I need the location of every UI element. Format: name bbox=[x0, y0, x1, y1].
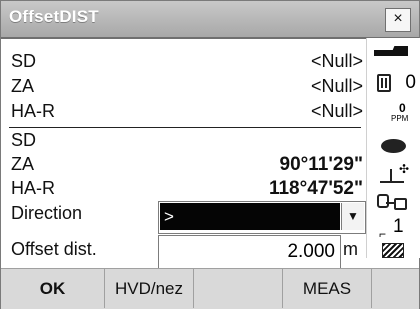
offset-distance-value[interactable]: 2.000 bbox=[287, 241, 335, 263]
ppm-value: 0 bbox=[399, 101, 406, 115]
page-icon: ⌐ 1 bbox=[372, 216, 416, 241]
ppm-label: PPM bbox=[391, 114, 409, 123]
offset-distance-label: Offset dist. bbox=[11, 239, 97, 259]
dropdown-arrow-icon[interactable]: ▼ bbox=[341, 203, 364, 230]
shift-icon bbox=[372, 240, 416, 260]
softkey-bar: OK HVD/nez MEAS bbox=[1, 268, 419, 309]
za-label: ZA bbox=[11, 76, 35, 96]
shift-pattern-icon bbox=[382, 243, 404, 258]
offset-ha-r-value: 118°47'52" bbox=[268, 178, 363, 199]
offset-distance-unit: m bbox=[343, 239, 358, 259]
offset-ha-r-label: HA-R bbox=[11, 178, 55, 198]
direction-label: Direction bbox=[11, 203, 83, 223]
prism-value: 0 bbox=[405, 72, 416, 93]
window-title: OffsetDIST bbox=[9, 7, 99, 26]
prism-shape-icon bbox=[377, 74, 391, 92]
offset-za-value: 90°11'29" bbox=[279, 154, 363, 175]
za-value: <Null> bbox=[310, 76, 363, 96]
close-button[interactable]: × bbox=[385, 8, 411, 32]
meas-softkey[interactable]: MEAS bbox=[283, 269, 372, 308]
target-star-icon: ✣ bbox=[399, 162, 410, 176]
title-bar: OffsetDIST × bbox=[1, 1, 419, 39]
direction-select[interactable]: > ▼ bbox=[158, 201, 366, 234]
section-divider bbox=[9, 127, 361, 128]
sight-icon bbox=[372, 135, 416, 159]
blank-softkey-3[interactable] bbox=[194, 269, 283, 308]
face-right-icon bbox=[394, 198, 407, 210]
ppm-icon: 0 PPM bbox=[372, 101, 416, 126]
blank-softkey-5[interactable] bbox=[372, 269, 419, 308]
battery-icon bbox=[372, 42, 416, 60]
sd-value: <Null> bbox=[310, 51, 363, 71]
ha-r-label: HA-R bbox=[11, 101, 55, 121]
sd-label: SD bbox=[11, 51, 37, 71]
page-mark-icon: ⌐ bbox=[379, 227, 387, 241]
face-left-icon bbox=[377, 194, 389, 208]
offset-sd-label: SD bbox=[11, 130, 37, 150]
prism-icon: 0 bbox=[372, 72, 416, 94]
measurement-panel: SD <Null> ZA <Null> HA-R <Null> SD ZA 90… bbox=[9, 41, 366, 269]
battery-level-icon bbox=[374, 46, 408, 56]
target-icon: ✣ bbox=[372, 161, 416, 190]
ha-r-value: <Null> bbox=[310, 101, 363, 121]
ok-softkey[interactable]: OK bbox=[1, 269, 105, 308]
offset-za-label: ZA bbox=[11, 154, 35, 174]
page-number: 1 bbox=[393, 216, 404, 237]
offset-distance-input[interactable]: 2.000 bbox=[158, 235, 341, 269]
hvd-nez-softkey[interactable]: HVD/nez bbox=[105, 269, 194, 308]
direction-selected-value[interactable]: > bbox=[160, 203, 340, 230]
face-icon bbox=[372, 188, 416, 216]
offset-dist-window: OffsetDIST × SD <Null> ZA <Null> HA-R <N… bbox=[0, 0, 420, 309]
status-panel: 0 0 PPM ✣ ⌐ 1 bbox=[366, 38, 420, 258]
